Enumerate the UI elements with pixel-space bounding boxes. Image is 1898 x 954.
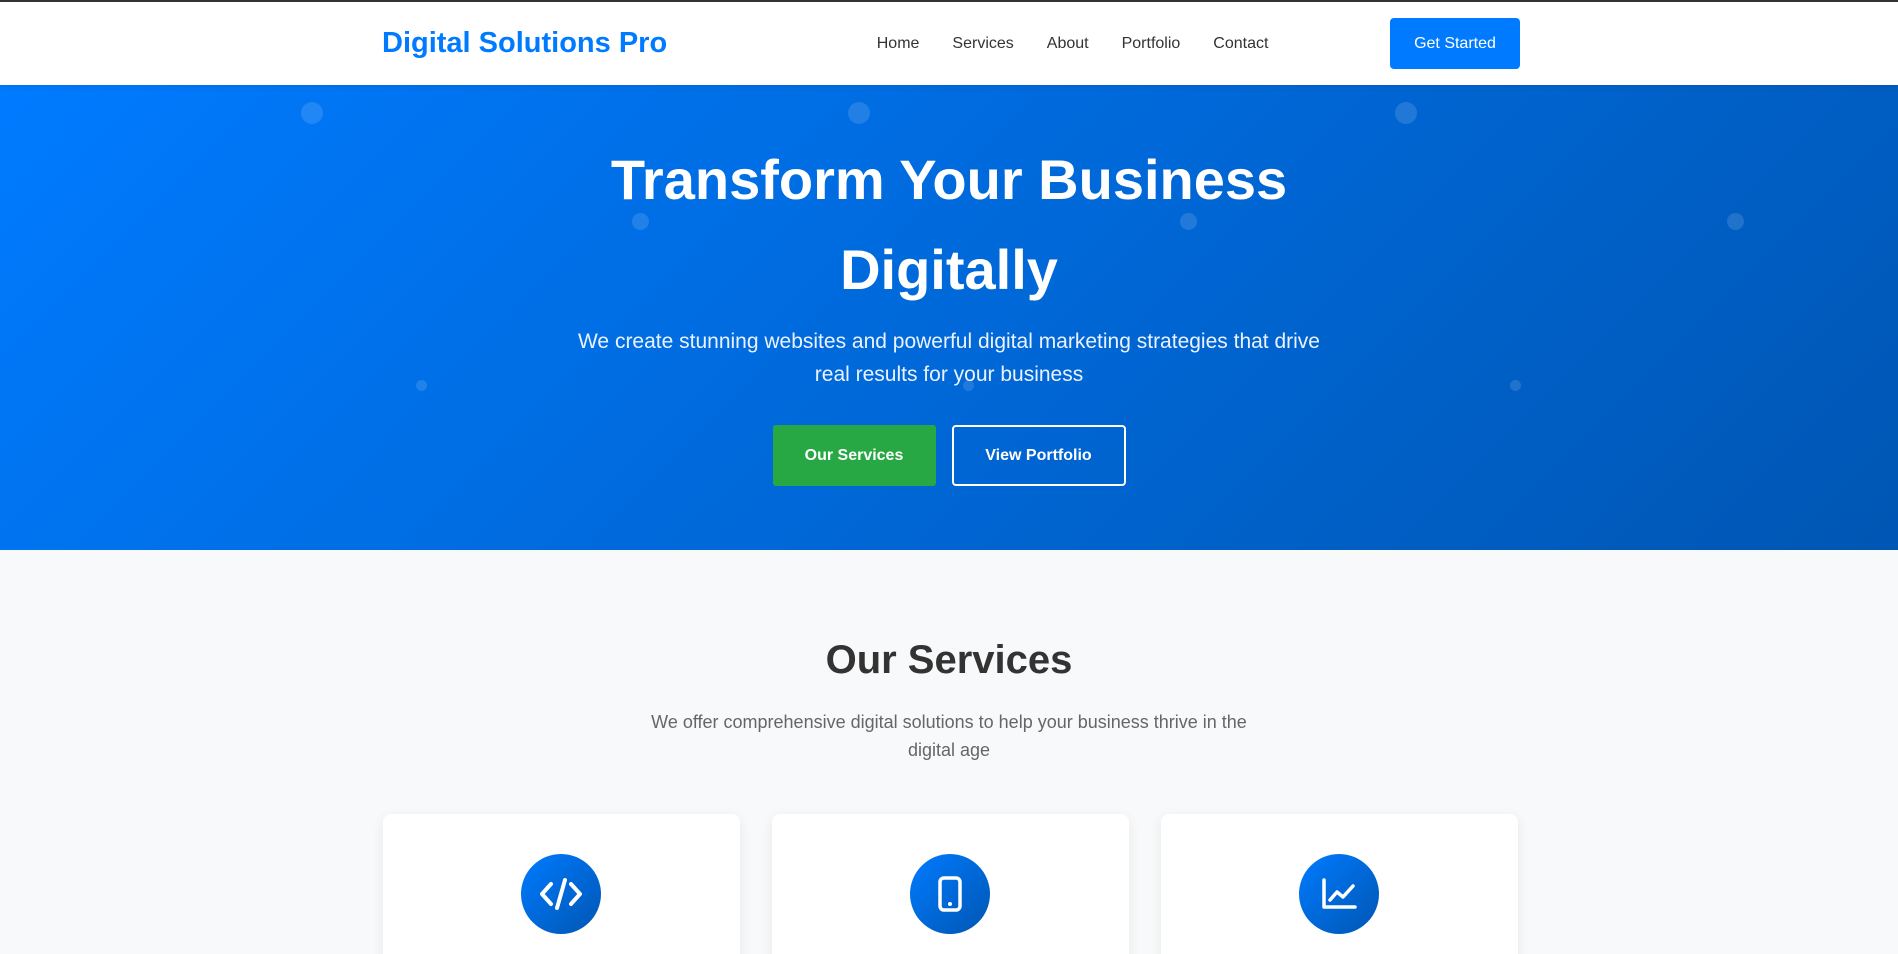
main-nav: Home Services About Portfolio Contact: [877, 35, 1269, 53]
decorative-dot: [1510, 380, 1521, 391]
get-started-button[interactable]: Get Started: [1390, 18, 1520, 69]
services-title: Our Services: [825, 638, 1073, 682]
decorative-dot: [416, 380, 427, 391]
decorative-dot: [1395, 102, 1417, 124]
nav-link-portfolio[interactable]: Portfolio: [1122, 35, 1181, 53]
services-subtitle: We offer comprehensive digital solutions…: [651, 712, 1247, 760]
code-icon: [521, 854, 601, 934]
mobile-icon: [910, 854, 990, 934]
site-header: Digital Solutions Pro Home Services Abou…: [0, 2, 1898, 85]
view-portfolio-button[interactable]: View Portfolio: [951, 425, 1126, 486]
service-card-marketing[interactable]: [1161, 814, 1518, 954]
decorative-dot: [848, 102, 870, 124]
brand-logo[interactable]: Digital Solutions Pro: [382, 27, 667, 60]
nav-link-home[interactable]: Home: [877, 35, 920, 53]
header-inner: Digital Solutions Pro Home Services Abou…: [382, 2, 1520, 85]
chart-line-icon: [1299, 854, 1379, 934]
nav-link-contact[interactable]: Contact: [1213, 35, 1268, 53]
hero-buttons: Our Services View Portfolio: [0, 425, 1898, 486]
hero-section: Transform Your Business Digitally We cre…: [0, 85, 1898, 550]
nav-link-services[interactable]: Services: [952, 35, 1013, 53]
service-cards: [383, 814, 1518, 954]
decorative-dot: [301, 102, 323, 124]
hero-title-text: Transform Your Business Digitally: [610, 148, 1288, 301]
service-card-mobile[interactable]: [772, 814, 1129, 954]
hero-title: Transform Your Business Digitally: [0, 135, 1898, 315]
hero-subtitle: We create stunning websites and powerful…: [577, 330, 1320, 386]
nav-link-about[interactable]: About: [1047, 35, 1089, 53]
our-services-button[interactable]: Our Services: [772, 425, 936, 486]
services-section: Our Services We offer comprehensive digi…: [0, 550, 1898, 954]
service-card-web[interactable]: [383, 814, 740, 954]
